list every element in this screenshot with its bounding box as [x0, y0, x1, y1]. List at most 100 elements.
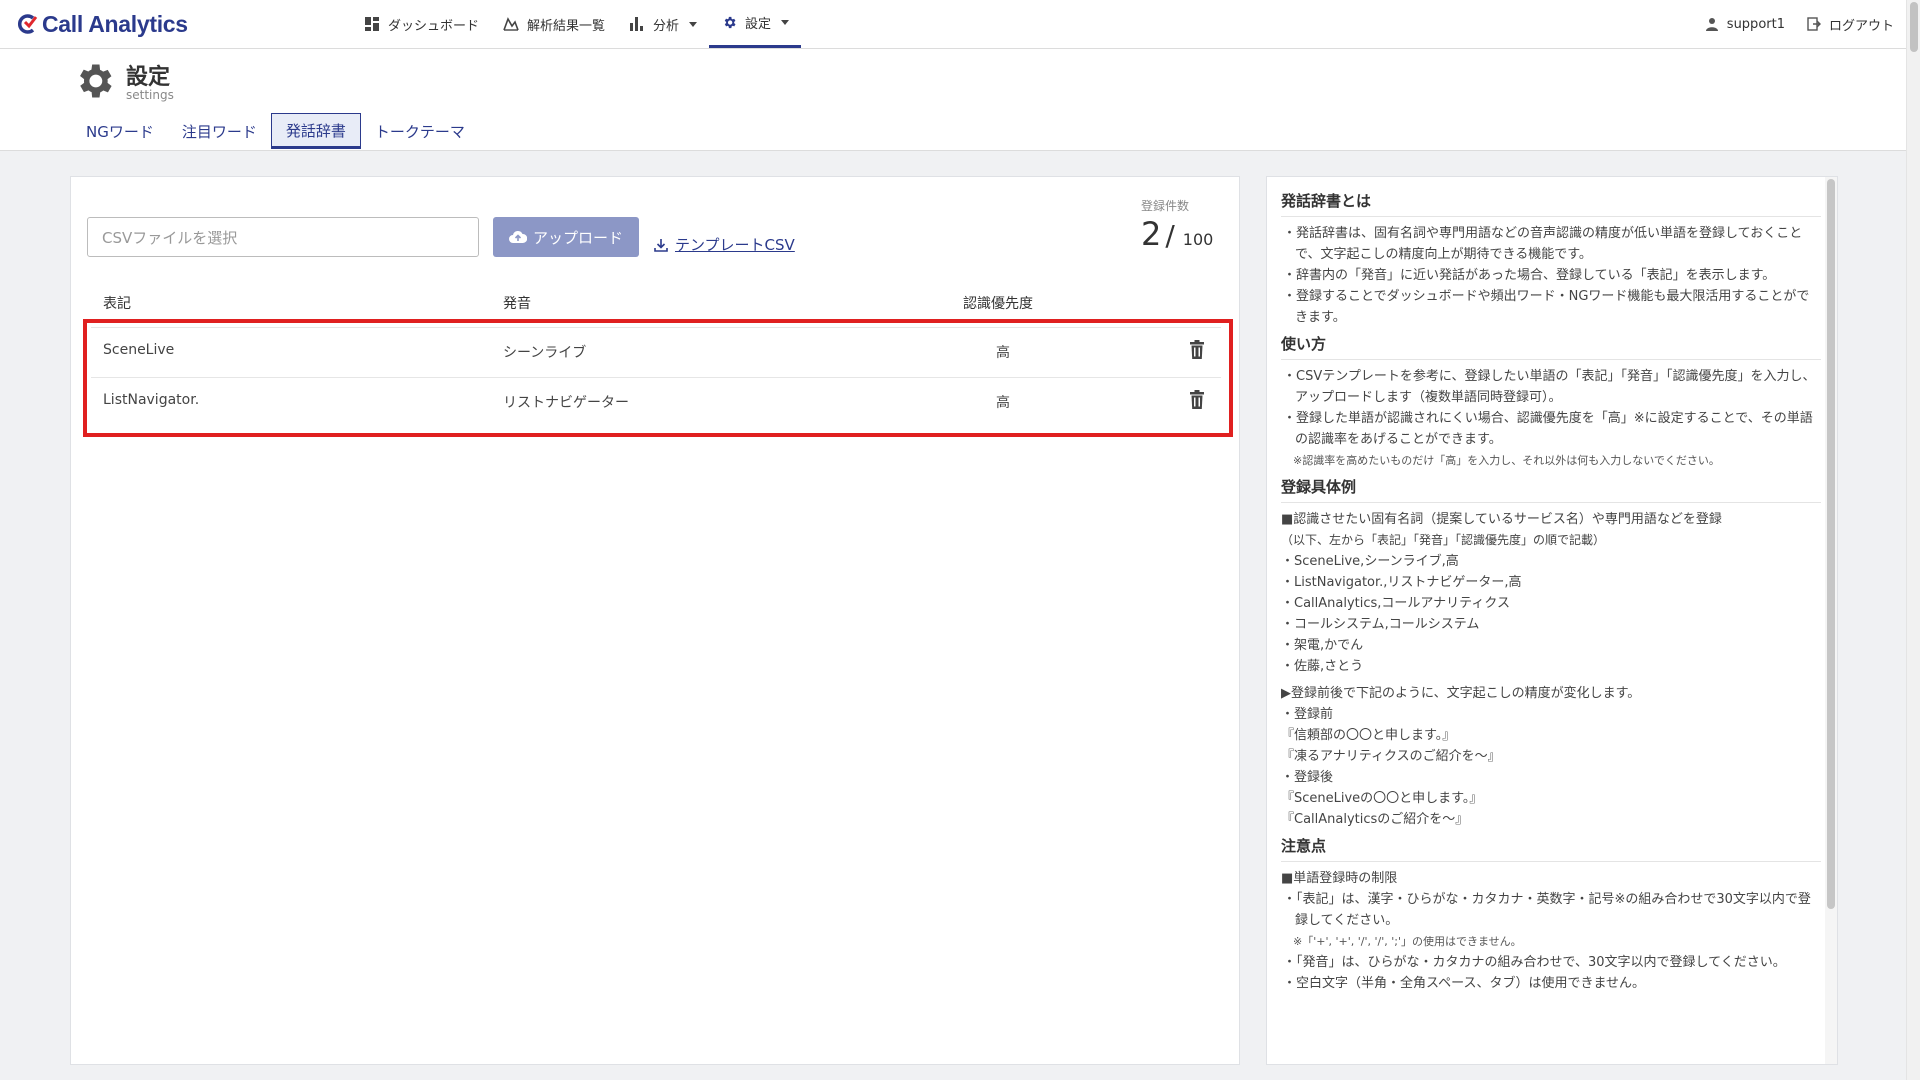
help-example-item: ・佐藤,さとう [1281, 659, 1364, 674]
trash-icon[interactable] [1189, 390, 1205, 410]
chevron-down-icon [689, 21, 698, 27]
help-example-item: ・架電,かでん [1281, 638, 1364, 653]
settings-tabs: NGワード 注目ワード 発話辞書 トークテーマ [72, 113, 479, 150]
logout-label: ログアウト [1828, 18, 1894, 34]
trash-icon[interactable] [1189, 340, 1205, 360]
help-before-line: 『信頼部の〇〇と申します。』 [1281, 728, 1456, 743]
bar-chart-icon [629, 16, 645, 32]
help-usage-line: ・登録した単語が認識されにくい場合、認識優先度を「高」※に設定することで、その単… [1283, 411, 1813, 447]
page-scrollbar[interactable] [1906, 0, 1920, 1080]
analysis-list-icon [503, 16, 519, 32]
nav-analysis-list-label: 解析結果一覧 [527, 18, 606, 34]
user-account[interactable]: support1 [1705, 17, 1785, 32]
nav-analysis-list[interactable]: 解析結果一覧 [491, 0, 617, 48]
template-csv-link[interactable]: テンプレートCSV [653, 234, 795, 255]
help-panel-scrollbar-thumb[interactable] [1827, 179, 1835, 909]
logo[interactable]: Call Analytics [15, 10, 188, 38]
help-limit-intro: ■単語登録時の制限 [1281, 871, 1398, 886]
brand-name: Call Analytics [42, 10, 188, 37]
upload-button-label: アップロード [532, 228, 623, 247]
tab-focus-words[interactable]: 注目ワード [168, 113, 271, 149]
help-about-line: ・辞書内の「発音」に近い発話があった場合、登録している「表記」を表示します。 [1283, 268, 1776, 283]
nav-dashboard-label: ダッシュボード [388, 18, 480, 34]
user-menu: support1 ログアウト [1705, 0, 1894, 48]
registered-count-separator: / [1165, 219, 1175, 252]
table-row: SceneLive シーンライブ 高 [91, 327, 1221, 375]
dashboard-icon [364, 16, 380, 32]
logout-link[interactable]: ログアウト [1807, 15, 1894, 34]
table-row: ListNavigator. リストナビゲーター 高 [91, 377, 1221, 425]
help-limit-line: ・空白文字（半角・全角スペース、タブ）は使用できません。 [1283, 976, 1646, 991]
page-scrollbar-thumb[interactable] [1910, 2, 1918, 52]
download-icon [654, 238, 668, 252]
row-pronunciation: シーンライブ [503, 345, 587, 361]
page-header: 設定 settings NGワード 注目ワード 発話辞書 トークテーマ [0, 49, 1906, 151]
help-after-line: 『SceneLiveの〇〇と申します。』 [1281, 791, 1483, 806]
tab-talk-themes[interactable]: トークテーマ [361, 113, 479, 149]
page-title: 設定 [126, 65, 171, 90]
user-icon [1705, 18, 1718, 31]
help-about-line: ・登録することでダッシュボードや頻出ワード・NGワード機能も最大限活用することが… [1283, 289, 1810, 325]
logout-icon [1807, 17, 1821, 31]
top-navbar: Call Analytics ダッシュボード 解析結果一覧 分析 設定 supp… [0, 0, 1906, 49]
help-panel: 発話辞書とは ・発話辞書は、固有名詞や専門用語などの音声認識の精度が低い単語を登… [1266, 176, 1838, 1065]
help-limit-line: ・「表記」は、漢字・ひらがな・カタカナ・英数字・記号※の組み合わせで30文字以内… [1283, 892, 1811, 928]
help-heading-notes: 注意点 [1281, 836, 1821, 862]
csv-file-placeholder: CSVファイルを選択 [102, 228, 238, 247]
help-example-item: ・CallAnalytics,コールアナリティクス [1281, 596, 1511, 611]
registered-count: 2 / 100 [1141, 215, 1213, 253]
csv-file-input[interactable]: CSVファイルを選択 [87, 217, 479, 257]
nav-settings[interactable]: 設定 [709, 0, 802, 48]
row-notation: SceneLive [103, 342, 175, 358]
upload-button[interactable]: アップロード [493, 217, 639, 257]
page-subtitle: settings [126, 88, 174, 102]
row-pronunciation: リストナビゲーター [503, 395, 629, 411]
help-usage-note: ※認識率を高めたいものだけ「高」を入力し、それ以外は何も入力しないでください。 [1293, 454, 1720, 467]
help-change-intro: ▶登録前後で下記のように、文字起こしの精度が変化します。 [1281, 686, 1641, 701]
highlighted-rows: SceneLive シーンライブ 高 ListNavigator. リストナビゲ… [83, 319, 1233, 437]
nav-analysis-label: 分析 [653, 18, 680, 34]
logo-mark-icon [17, 14, 38, 34]
tab-ng-words[interactable]: NGワード [72, 113, 168, 149]
help-limit-line: ・「発音」は、ひらがな・カタカナの組み合わせで、30文字以内で登録してください。 [1283, 955, 1786, 970]
help-after-label: ・登録後 [1281, 770, 1334, 785]
registered-count-max: 100 [1182, 230, 1214, 249]
help-heading-usage: 使い方 [1281, 334, 1821, 360]
nav-settings-label: 設定 [745, 17, 772, 32]
help-usage-line: ・CSVテンプレートを参考に、登録したい単語の「表記」「発音」「認識優先度」を入… [1283, 369, 1816, 405]
row-notation: ListNavigator. [103, 392, 200, 408]
help-example-intro: ■認識させたい固有名詞（提案しているサービス名）や専門用語などを登録 [1281, 512, 1722, 527]
table-header: 表記 発音 認識優先度 [87, 287, 1227, 315]
column-header-notation: 表記 [103, 296, 131, 312]
help-before-line: 『凍るアナリティクスのご紹介を～』 [1281, 749, 1501, 764]
row-priority: 高 [996, 345, 1010, 361]
row-priority: 高 [996, 395, 1010, 411]
gear-icon [721, 15, 737, 31]
cloud-upload-icon [508, 230, 527, 243]
chevron-down-icon [781, 20, 790, 25]
help-example-item: ・コールシステム,コールシステム [1281, 617, 1480, 632]
help-after-line: 『CallAnalyticsのご紹介を～』 [1281, 812, 1469, 827]
help-example-item: ・ListNavigator.,リストナビゲーター,高 [1281, 575, 1522, 590]
dictionary-card: CSVファイルを選択 アップロード テンプレートCSV 登録件数 2 / 100… [70, 176, 1240, 1065]
registered-count-label: 登録件数 [1141, 199, 1190, 213]
help-example-sub: （以下、左から「表記」「発音」「認識優先度」の順で記載） [1281, 533, 1606, 547]
column-header-pronunciation: 発音 [503, 296, 531, 312]
settings-gear-icon [80, 64, 112, 98]
help-heading-examples: 登録具体例 [1281, 477, 1821, 503]
username: support1 [1726, 16, 1785, 32]
help-content: 発話辞書とは ・発話辞書は、固有名詞や専門用語などの音声認識の精度が低い単語を登… [1281, 191, 1821, 994]
main-nav: ダッシュボード 解析結果一覧 分析 設定 [352, 0, 802, 48]
help-example-item: ・SceneLive,シーンライブ,高 [1281, 554, 1459, 569]
template-csv-label: テンプレートCSV [675, 236, 795, 254]
nav-analysis[interactable]: 分析 [617, 0, 709, 48]
help-before-label: ・登録前 [1281, 707, 1334, 722]
column-header-priority: 認識優先度 [963, 296, 1033, 312]
help-limit-note: ※「'+', '+', '/', '/', ';'」の使用はできません。 [1293, 935, 1522, 948]
nav-dashboard[interactable]: ダッシュボード [352, 0, 491, 48]
help-heading-about: 発話辞書とは [1281, 191, 1821, 217]
tab-speech-dictionary[interactable]: 発話辞書 [270, 113, 361, 149]
help-panel-scrollbar[interactable] [1825, 177, 1837, 1064]
registered-count-value: 2 [1141, 215, 1162, 253]
help-about-line: ・発話辞書は、固有名詞や専門用語などの音声認識の精度が低い単語を登録しておくこと… [1283, 226, 1803, 262]
